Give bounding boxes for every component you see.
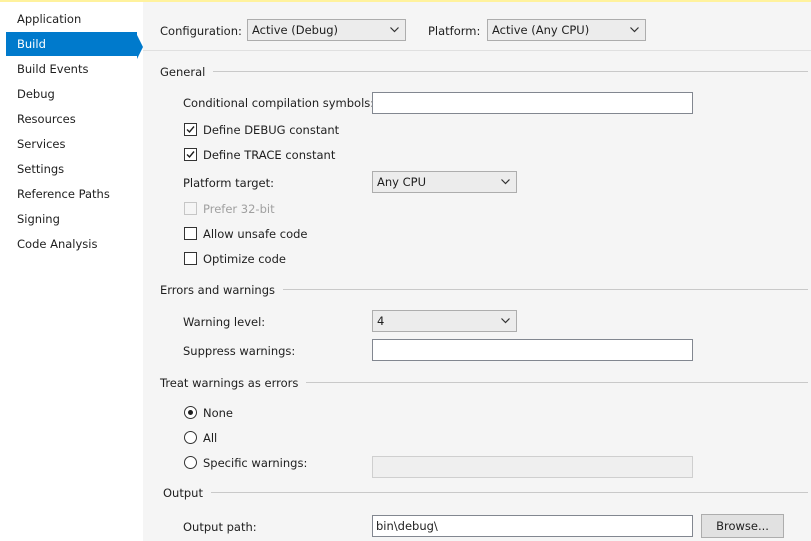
define-trace-checkbox[interactable] [184,148,197,161]
conditional-symbols-label: Conditional compilation symbols: [183,96,375,110]
radio-all-label: All [203,431,218,445]
configuration-dropdown[interactable]: Active (Debug) [247,19,406,41]
allow-unsafe-label: Allow unsafe code [203,227,308,241]
radio-specific-warnings[interactable] [184,456,197,469]
build-properties-panel: Configuration: Active (Debug) Platform: … [143,2,811,541]
specific-warnings-input [372,456,693,478]
define-trace-label: Define TRACE constant [203,148,336,162]
radio-specific-warnings-label: Specific warnings: [203,456,308,470]
output-path-label: Output path: [183,520,257,534]
checkmark-icon [186,126,195,134]
platform-target-dropdown[interactable]: Any CPU [372,171,517,193]
header-divider [143,50,811,51]
define-debug-label: Define DEBUG constant [203,123,340,137]
general-section-title: General [160,64,214,80]
chevron-down-icon [501,318,510,324]
radio-none-label: None [203,406,234,420]
sidebar-item-settings[interactable]: Settings [6,157,137,181]
checkmark-icon [186,151,195,159]
warning-level-value: 4 [377,314,385,328]
conditional-symbols-input[interactable] [372,92,693,114]
chevron-down-icon [630,27,639,33]
sidebar-item-resources[interactable]: Resources [6,107,137,131]
configuration-value: Active (Debug) [252,23,339,37]
optimize-code-checkbox[interactable] [184,252,197,265]
browse-button[interactable]: Browse... [701,514,784,538]
suppress-warnings-label: Suppress warnings: [183,344,296,358]
allow-unsafe-checkbox[interactable] [184,227,197,240]
configuration-label: Configuration: [160,24,242,38]
radio-selected-dot [188,410,193,415]
sidebar-item-reference-paths[interactable]: Reference Paths [6,182,137,206]
suppress-warnings-input[interactable] [372,339,693,361]
output-section-title: Output [163,485,211,501]
warning-level-dropdown[interactable]: 4 [372,310,517,332]
sidebar: Application Build Build Events Debug Res… [0,2,143,541]
sidebar-item-build-events[interactable]: Build Events [6,57,137,81]
sidebar-item-code-analysis[interactable]: Code Analysis [6,232,137,256]
chevron-down-icon [390,27,399,33]
radio-none[interactable] [184,406,197,419]
warning-level-label: Warning level: [183,315,266,329]
platform-target-label: Platform target: [183,176,274,190]
general-rule [160,71,808,72]
errors-section-title: Errors and warnings [160,282,284,298]
output-rule [163,492,808,493]
prefer-32bit-label: Prefer 32-bit [203,202,275,216]
platform-value: Active (Any CPU) [492,23,590,37]
sidebar-item-build[interactable]: Build [6,32,137,56]
define-debug-checkbox[interactable] [184,123,197,136]
platform-label: Platform: [428,24,481,38]
platform-target-value: Any CPU [377,175,426,189]
sidebar-item-application[interactable]: Application [6,7,137,31]
prefer-32bit-checkbox [184,202,197,215]
sidebar-item-services[interactable]: Services [6,132,137,156]
output-path-input[interactable]: bin\debug\ [372,515,693,537]
treat-warnings-section-title: Treat warnings as errors [160,375,307,391]
platform-dropdown[interactable]: Active (Any CPU) [487,19,646,41]
sidebar-item-debug[interactable]: Debug [6,82,137,106]
optimize-code-label: Optimize code [203,252,286,266]
chevron-down-icon [501,179,510,185]
sidebar-item-signing[interactable]: Signing [6,207,137,231]
radio-all[interactable] [184,431,197,444]
